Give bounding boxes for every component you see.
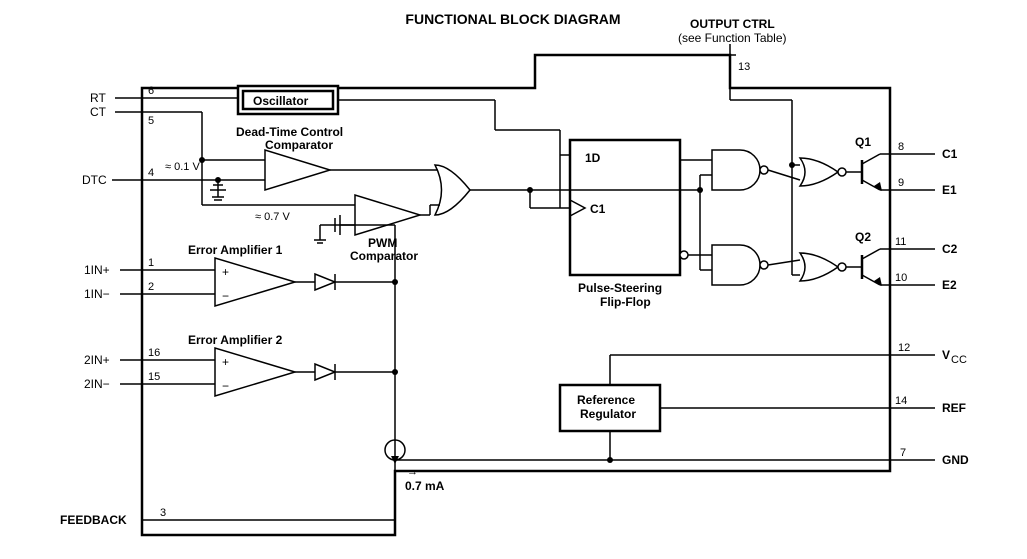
- dtc-comparator: [265, 150, 330, 190]
- pin-e2-label: E2: [942, 278, 957, 292]
- pin-fb-num: 3: [160, 507, 166, 519]
- nor-gate-lower: [800, 253, 838, 281]
- dtc-comp-l2: Comparator: [265, 138, 333, 152]
- pin-2inp-label: 2IN+: [84, 353, 110, 367]
- refreg-l2: Regulator: [580, 407, 636, 421]
- nand-gate-lower: [712, 245, 760, 285]
- pin-vcc-label: V: [942, 348, 950, 362]
- ff-l1: Pulse-Steering: [578, 281, 662, 295]
- transistor-q1: [846, 154, 882, 191]
- nor-gate-upper: [800, 158, 838, 186]
- pin-oc-sub: (see Function Table): [678, 31, 787, 45]
- pin-c1-label: C1: [942, 147, 958, 161]
- svg-text:→: →: [407, 466, 418, 478]
- pwm-l2: Comparator: [350, 249, 418, 263]
- pin-rt-label: RT: [90, 91, 106, 105]
- ff-d: 1D: [585, 151, 601, 165]
- pin-1inp-num: 1: [148, 257, 154, 269]
- pin-dtc-num: 4: [148, 167, 154, 179]
- pwm-l1: PWM: [368, 236, 397, 250]
- ff-l2: Flip-Flop: [600, 295, 651, 309]
- pin-e1-label: E1: [942, 183, 957, 197]
- transistor-q2: [846, 249, 882, 286]
- page-title: FUNCTIONAL BLOCK DIAGRAM: [405, 11, 620, 27]
- svg-text:−: −: [222, 379, 229, 393]
- dtc-comp-l1: Dead-Time Control: [236, 125, 343, 139]
- pin-c2-num: 11: [895, 236, 906, 248]
- ea2-label: Error Amplifier 2: [188, 333, 283, 347]
- pin-c2-label: C2: [942, 242, 958, 256]
- q2-label: Q2: [855, 230, 871, 244]
- pin-1inn-label: 1IN−: [84, 287, 110, 301]
- svg-text:+: +: [222, 265, 229, 279]
- pin-fb-label: FEEDBACK: [60, 513, 127, 527]
- pin-e1-num: 9: [898, 177, 904, 189]
- refreg-l1: Reference: [577, 393, 635, 407]
- pin-oc-num: 13: [738, 61, 750, 73]
- svg-text:+: +: [222, 355, 229, 369]
- pin-dtc-label: DTC: [82, 173, 107, 187]
- pin-ref-num: 14: [895, 395, 907, 407]
- q1-label: Q1: [855, 135, 871, 149]
- pwm-comparator: [355, 195, 420, 235]
- oscillator-label: Oscillator: [253, 94, 309, 108]
- pin-1inn-num: 2: [148, 281, 154, 293]
- pin-oc-label: OUTPUT CTRL: [690, 17, 775, 31]
- pin-vcc-num: 12: [898, 342, 910, 354]
- pin-ref-label: REF: [942, 401, 966, 415]
- ea1-label: Error Amplifier 1: [188, 243, 283, 257]
- pin-1inp-label: 1IN+: [84, 263, 110, 277]
- pin-rt-num: 6: [148, 85, 154, 97]
- bias-label: 0.7 mA: [405, 479, 445, 493]
- pin-c1-num: 8: [898, 141, 904, 153]
- pin-gnd-label: GND: [942, 453, 969, 467]
- dtc-offset-label: ≈ 0.1 V: [165, 161, 200, 173]
- svg-text:−: −: [222, 289, 229, 303]
- pin-ct-num: 5: [148, 115, 154, 127]
- or-gate-1: [435, 165, 470, 215]
- pin-gnd-num: 7: [900, 447, 906, 459]
- ff-ck: C1: [590, 202, 606, 216]
- pin-ct-label: CT: [90, 105, 107, 119]
- pin-2inn-num: 15: [148, 371, 160, 383]
- pin-e2-num: 10: [895, 272, 907, 284]
- pin-vcc-sub: CC: [951, 354, 967, 366]
- pin-2inp-num: 16: [148, 347, 160, 359]
- pwm-offset-label: ≈ 0.7 V: [255, 211, 290, 223]
- nand-gate-upper: [712, 150, 760, 190]
- pin-2inn-label: 2IN−: [84, 377, 110, 391]
